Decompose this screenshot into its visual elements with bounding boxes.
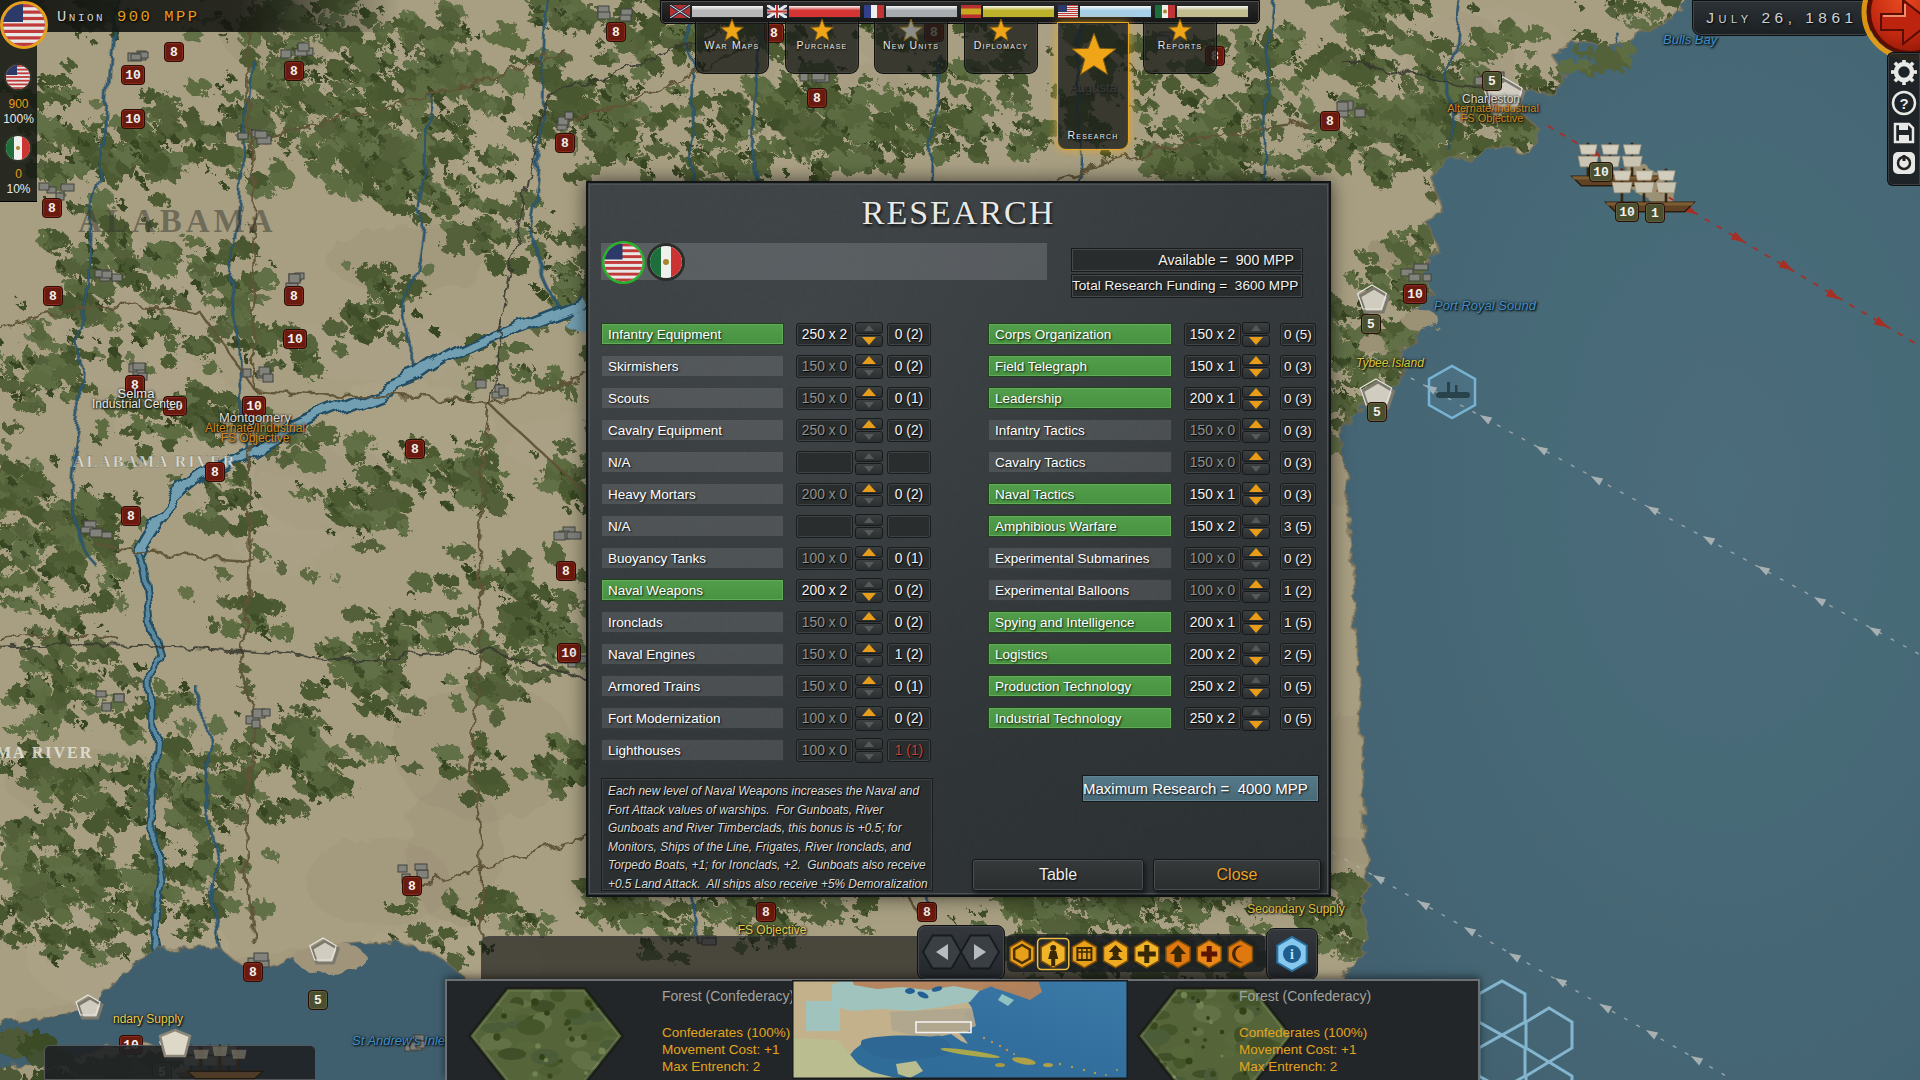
svg-text:MA RIVER: MA RIVER xyxy=(0,744,93,761)
svg-text:?: ? xyxy=(1899,95,1908,112)
svg-text:i: i xyxy=(1290,947,1294,962)
svg-text:ALABAMA: ALABAMA xyxy=(78,203,277,239)
